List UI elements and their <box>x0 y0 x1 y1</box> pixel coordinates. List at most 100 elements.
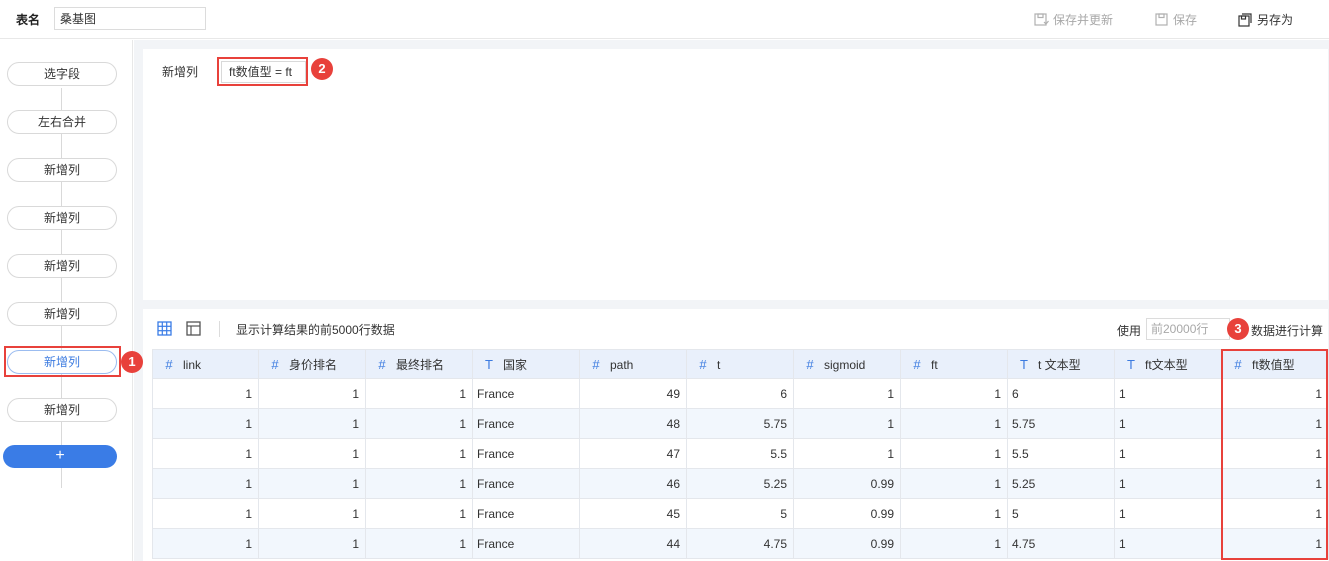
text-type-icon: T <box>485 356 493 372</box>
column-name: ft <box>931 357 938 372</box>
table-cell: 1 <box>152 378 259 409</box>
step-panel: 选字段 左右合并 新增列 新增列 新增列 新增列 新增列 新增列 + <box>0 40 133 561</box>
table-cell: 5.5 <box>1007 438 1115 469</box>
table-row: 1 1 1 France 49 6 1 1 6 1 1 <box>152 378 1329 409</box>
column-header[interactable]: # t <box>686 349 794 379</box>
text-type-icon: T <box>1127 356 1135 372</box>
table-cell: 5 <box>1007 498 1115 529</box>
column-header[interactable]: Tt 文本型 <box>1007 349 1115 379</box>
column-header[interactable]: # 最终排名 <box>365 349 473 379</box>
highlight-box-column <box>1221 349 1328 560</box>
save-label: 保存 <box>1173 13 1198 27</box>
table-cell: 1 <box>258 408 366 439</box>
table-cell: 5 <box>686 498 794 529</box>
column-name: 最终排名 <box>396 357 445 372</box>
table-cell: 1 <box>365 498 473 529</box>
table-cell: 1 <box>365 408 473 439</box>
column-header[interactable]: Tft文本型 <box>1114 349 1222 379</box>
table-cell: France <box>472 438 580 469</box>
table-cell: 1 <box>1114 468 1222 499</box>
number-type-icon: # <box>592 356 600 372</box>
step-merge-left-right[interactable]: 左右合并 <box>7 110 117 134</box>
add-step-button[interactable]: + <box>3 445 117 468</box>
column-header[interactable]: # path <box>579 349 687 379</box>
step-add-column-2[interactable]: 新增列 <box>7 206 117 230</box>
table-cell: 1 <box>258 468 366 499</box>
table-cell: 49 <box>579 378 687 409</box>
table-cell: 1 <box>152 528 259 559</box>
table-cell: 48 <box>579 408 687 439</box>
table-cell: 6 <box>686 378 794 409</box>
use-label: 使用 <box>1117 324 1142 338</box>
table-cell: 5.25 <box>1007 468 1115 499</box>
table-cell: 1 <box>793 408 901 439</box>
table-cell: 1 <box>365 438 473 469</box>
table-cell: 45 <box>579 498 687 529</box>
editor-label: 新增列 <box>162 65 199 79</box>
table-cell: France <box>472 378 580 409</box>
table-cell: 5.25 <box>686 468 794 499</box>
column-name: t 文本型 <box>1038 357 1081 372</box>
grid-view-icon[interactable] <box>157 321 172 336</box>
row-limit-input[interactable]: 前20000行 <box>1146 318 1230 340</box>
table-row: 1 1 1 France 44 4.75 0.99 1 4.75 1 1 <box>152 528 1329 559</box>
table-cell: 1 <box>900 498 1008 529</box>
table-cell: 1 <box>793 378 901 409</box>
table-cell: 1 <box>1114 378 1222 409</box>
table-header-row: # link # 身价排名 # 最终排名 T 国家 # path # t # sigmoid # ft Tt 文… <box>152 349 1329 379</box>
flow-connector <box>61 88 62 488</box>
table-cell: 4.75 <box>1007 528 1115 559</box>
table-cell: 1 <box>365 378 473 409</box>
column-header[interactable]: # link <box>152 349 259 379</box>
column-header[interactable]: # sigmoid <box>793 349 901 379</box>
highlight-box-step <box>4 346 121 377</box>
number-type-icon: # <box>913 356 921 372</box>
save-icon <box>1155 12 1168 26</box>
number-type-icon: # <box>165 356 173 372</box>
table-cell: 5.75 <box>1007 408 1115 439</box>
table-cell: 47 <box>579 438 687 469</box>
column-header[interactable]: T 国家 <box>472 349 580 379</box>
badge-3: 3 <box>1227 318 1249 340</box>
step-add-column-6[interactable]: 新增列 <box>7 398 117 422</box>
badge-1: 1 <box>121 351 143 373</box>
save-and-update-button[interactable]: 保存并更新 <box>1034 11 1113 28</box>
column-name: 国家 <box>503 357 528 372</box>
column-name: link <box>183 357 202 372</box>
table-cell: 1 <box>1114 438 1222 469</box>
table-name-input[interactable] <box>54 7 206 30</box>
column-header[interactable]: # 身价排名 <box>258 349 366 379</box>
table-row: 1 1 1 France 46 5.25 0.99 1 5.25 1 1 <box>152 468 1329 499</box>
highlight-box-formula <box>217 57 308 86</box>
table-cell: 5.5 <box>686 438 794 469</box>
table-cell: 0.99 <box>793 498 901 529</box>
column-header[interactable]: # ft <box>900 349 1008 379</box>
table-row: 1 1 1 France 47 5.5 1 1 5.5 1 1 <box>152 438 1329 469</box>
toolbar-divider <box>219 321 220 337</box>
table-row: 1 1 1 France 48 5.75 1 1 5.75 1 1 <box>152 408 1329 439</box>
save-as-label: 另存为 <box>1257 13 1294 27</box>
column-name: ft文本型 <box>1145 357 1188 372</box>
number-type-icon: # <box>699 356 707 372</box>
table-cell: 1 <box>258 438 366 469</box>
column-name: path <box>610 357 634 372</box>
layout-view-icon[interactable] <box>186 321 201 336</box>
table-cell: France <box>472 498 580 529</box>
table-cell: 1 <box>1114 528 1222 559</box>
step-add-column-3[interactable]: 新增列 <box>7 254 117 278</box>
step-select-fields[interactable]: 选字段 <box>7 62 117 86</box>
step-add-column-4[interactable]: 新增列 <box>7 302 117 326</box>
step-add-column-1[interactable]: 新增列 <box>7 158 117 182</box>
table-cell: 0.99 <box>793 528 901 559</box>
top-bar: 表名 保存并更新 保存 另存为 <box>0 0 1329 39</box>
save-as-button[interactable]: 另存为 <box>1238 11 1293 28</box>
save-as-icon <box>1238 12 1252 27</box>
table-cell: 1 <box>1114 498 1222 529</box>
save-button[interactable]: 保存 <box>1155 11 1197 28</box>
table-name-label: 表名 <box>16 13 41 27</box>
table-cell: 1 <box>258 498 366 529</box>
preview-info-text: 显示计算结果的前5000行数据 <box>236 323 395 337</box>
table-cell: 1 <box>258 378 366 409</box>
table-cell: 1 <box>900 438 1008 469</box>
table-cell: 44 <box>579 528 687 559</box>
